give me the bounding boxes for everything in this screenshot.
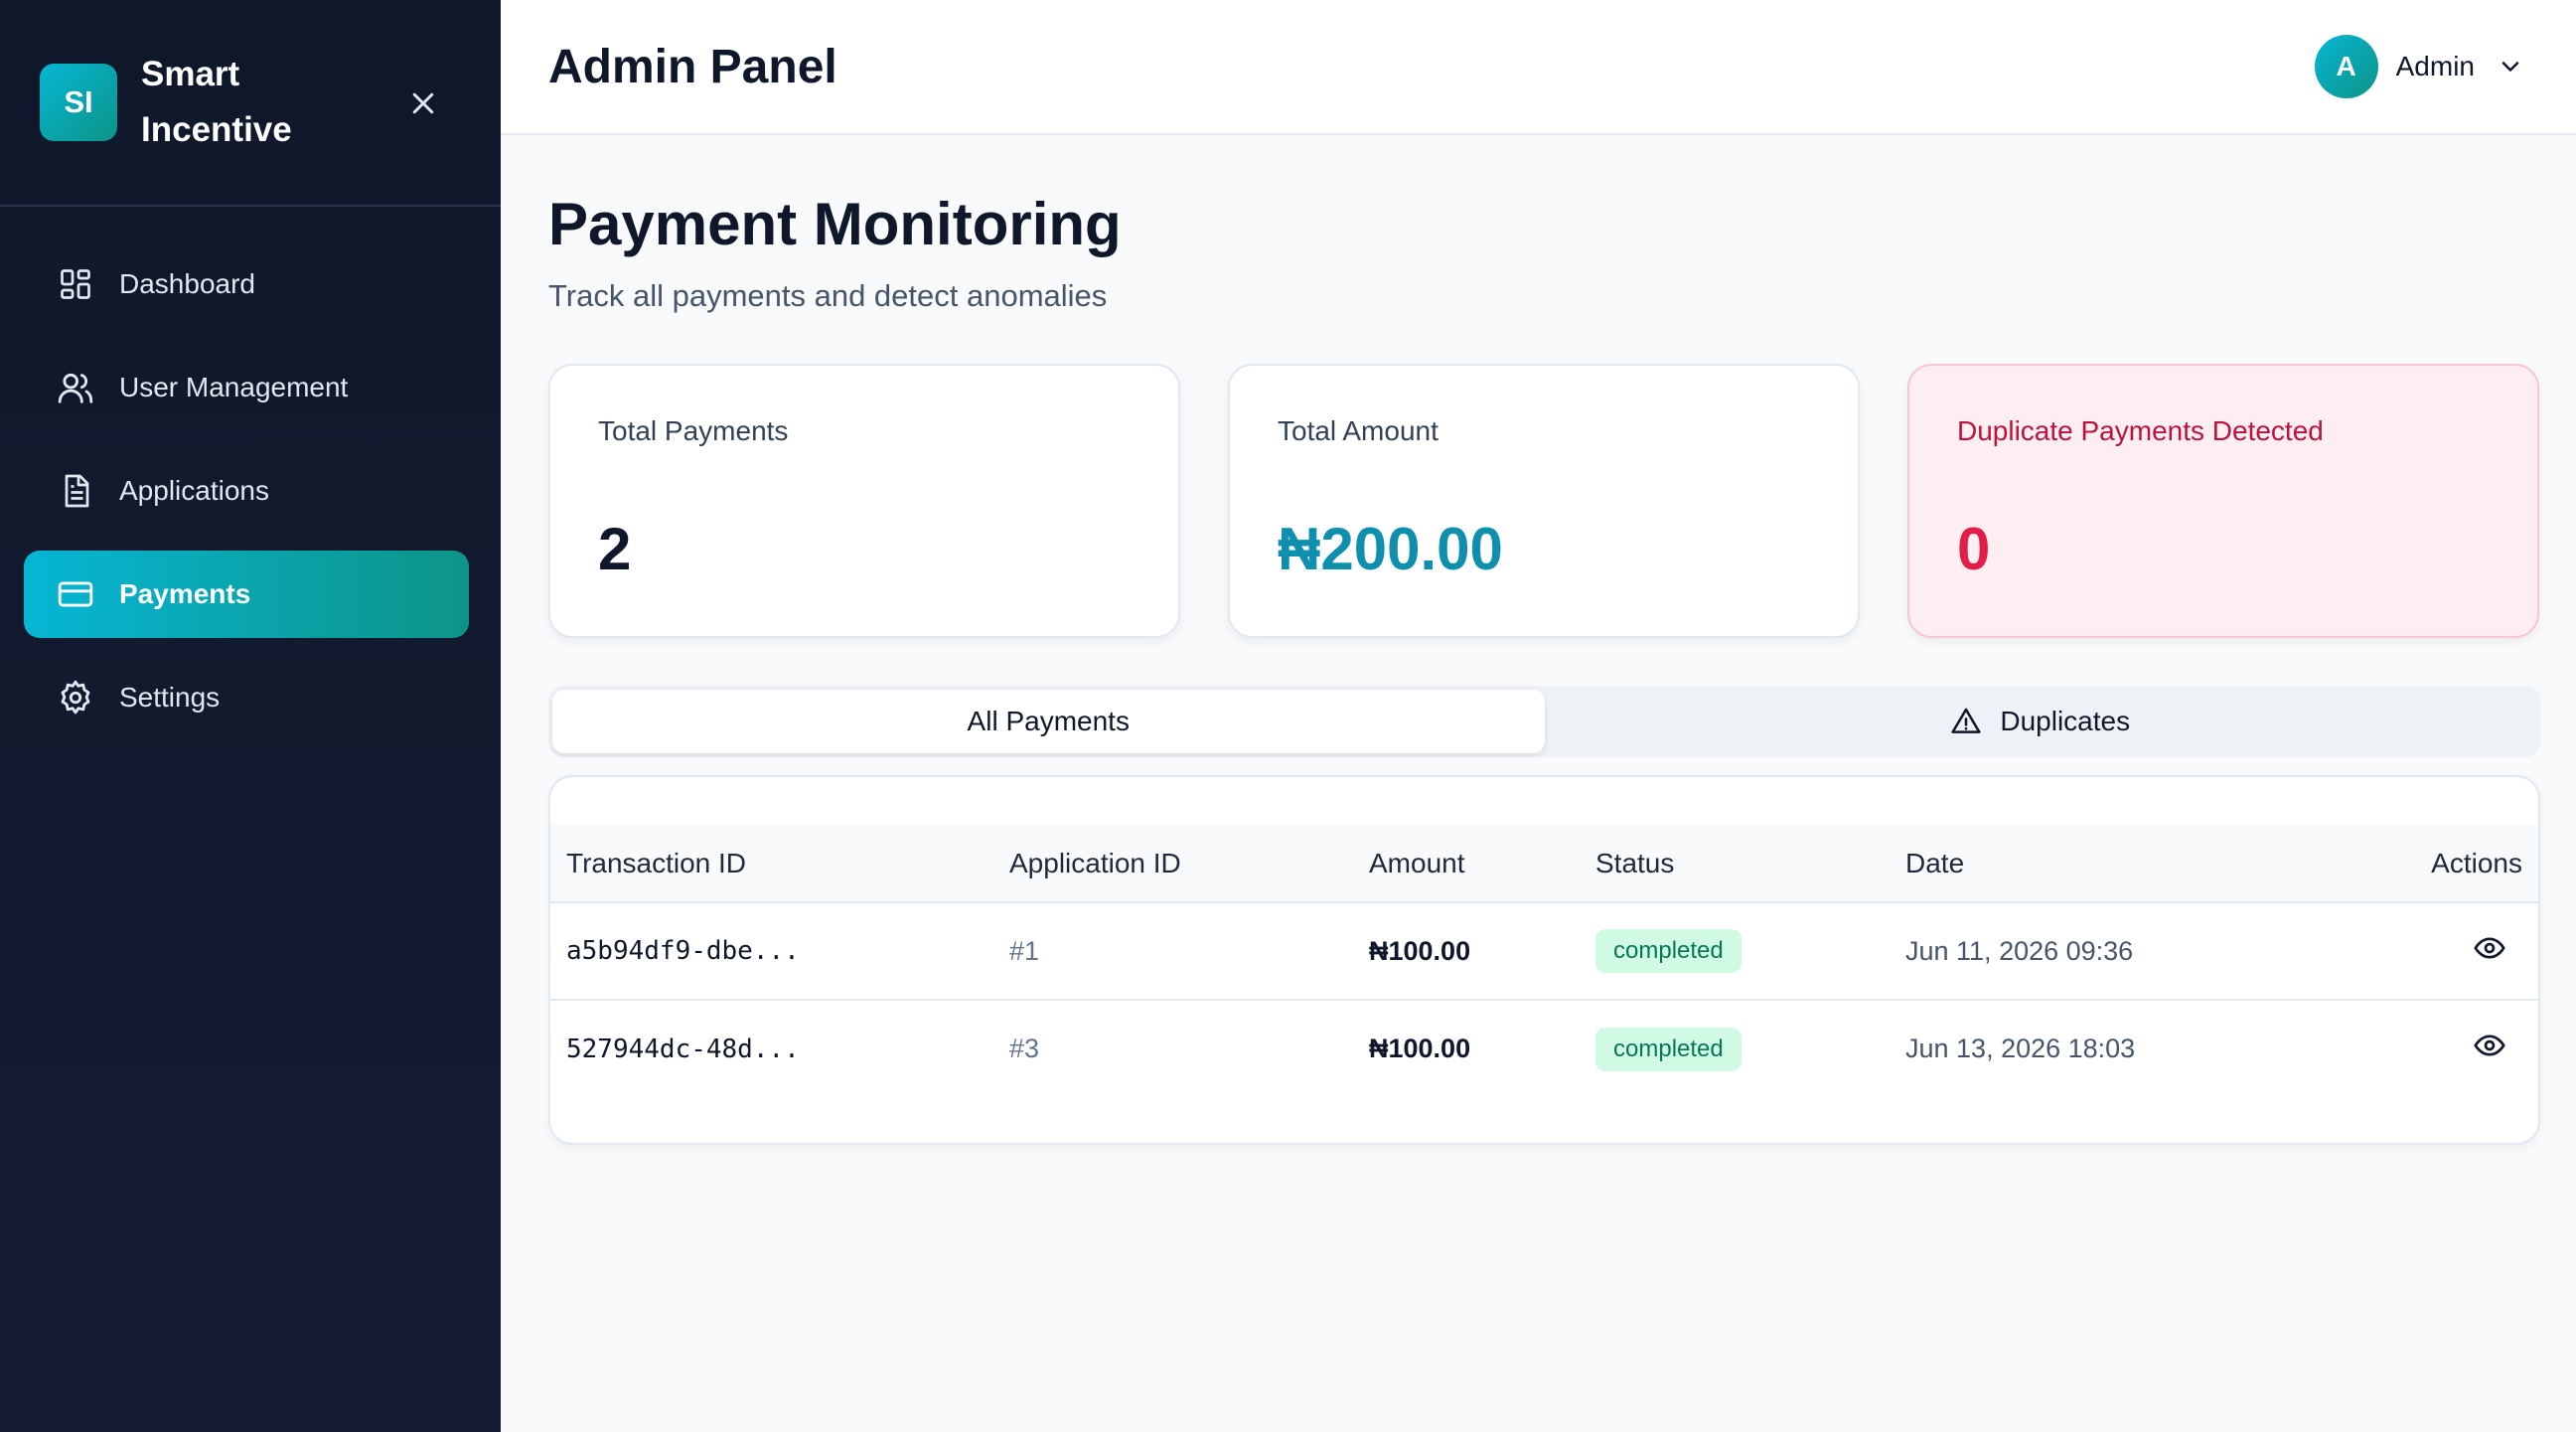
user-name: Admin	[2395, 51, 2475, 81]
column-header-actions: Actions	[2431, 847, 2522, 878]
user-menu[interactable]: A Admin	[2314, 35, 2524, 98]
tab-label: Duplicates	[2000, 706, 2131, 736]
payment-tabs: All Payments Duplicates	[548, 686, 2540, 757]
column-header-date: Date	[1905, 847, 1965, 878]
brand: SI Smart Incentive	[0, 0, 501, 207]
avatar: A	[2314, 35, 2378, 98]
amount-cell: ₦100.00	[1369, 935, 1471, 966]
sidebar-item-label: Dashboard	[119, 268, 255, 299]
duplicate-payments-card: Duplicate Payments Detected 0	[1907, 364, 2539, 638]
table-row: 527944dc-48d... #3 ₦100.00 completed Jun…	[550, 1000, 2538, 1097]
brand-name-line2: Incentive	[141, 110, 292, 149]
column-header-amount: Amount	[1369, 847, 1465, 878]
sidebar-item-label: Settings	[119, 682, 221, 713]
status-cell: completed	[1580, 1000, 1890, 1097]
sidebar: SI Smart Incentive Dashboard User Manage…	[0, 0, 501, 1432]
tab-all-payments[interactable]: All Payments	[552, 690, 1545, 753]
payments-table-card: Transaction ID Application ID Amount Sta…	[548, 775, 2540, 1145]
gear-icon	[56, 678, 95, 717]
total-payments-value: 2	[598, 516, 632, 582]
sidebar-item-label: User Management	[119, 372, 349, 402]
status-badge: completed	[1595, 929, 1742, 973]
sidebar-item-dashboard[interactable]: Dashboard	[24, 240, 469, 328]
sidebar-item-payments[interactable]: Payments	[24, 551, 469, 638]
header-title: Admin Panel	[548, 40, 837, 93]
page-title: Payment Monitoring	[548, 191, 1122, 257]
eye-icon	[2474, 1034, 2505, 1056]
actions-cell	[2331, 902, 2538, 1000]
credit-card-icon	[56, 574, 95, 614]
transaction-id-cell: a5b94df9-dbe...	[566, 936, 800, 966]
tab-label: All Payments	[967, 706, 1130, 736]
application-id-cell: #3	[1009, 1034, 1040, 1063]
view-payment-button[interactable]	[2473, 931, 2506, 965]
table-header-row: Transaction ID Application ID Amount Sta…	[550, 825, 2538, 902]
sidebar-item-settings[interactable]: Settings	[24, 654, 469, 741]
sidebar-item-user-management[interactable]: User Management	[24, 344, 469, 431]
sidebar-item-label: Payments	[119, 578, 251, 609]
brand-name-line1: Smart	[141, 55, 240, 93]
tab-duplicates[interactable]: Duplicates	[1545, 690, 2537, 753]
warning-triangle-icon	[1950, 705, 1984, 738]
status-badge: completed	[1595, 1027, 1742, 1071]
sidebar-nav: Dashboard User Management Applications P…	[0, 207, 501, 741]
status-cell: completed	[1580, 902, 1890, 1000]
page-subtitle: Track all payments and detect anomalies	[548, 278, 1108, 313]
close-icon	[412, 92, 434, 114]
date-cell: Jun 11, 2026 09:36	[1905, 935, 2134, 966]
date-cell: Jun 13, 2026 18:03	[1905, 1034, 2136, 1063]
view-payment-button[interactable]	[2473, 1029, 2506, 1062]
page-content: Payment Monitoring Track all payments an…	[501, 135, 2576, 1145]
users-icon	[56, 368, 95, 407]
document-icon	[56, 471, 95, 511]
amount-cell: ₦100.00	[1369, 1034, 1471, 1063]
actions-cell	[2331, 1000, 2538, 1097]
chevron-down-icon	[2501, 62, 2519, 72]
dashboard-grid-icon	[56, 264, 95, 304]
payments-table: Transaction ID Application ID Amount Sta…	[550, 825, 2538, 1097]
total-payments-label: Total Payments	[598, 415, 789, 446]
application-id-cell: #1	[1009, 935, 1040, 966]
total-amount-value: ₦200.00	[1278, 516, 1503, 582]
app-root: SI Smart Incentive Dashboard User Manage…	[0, 0, 2576, 1432]
sidebar-item-applications[interactable]: Applications	[24, 447, 469, 535]
sidebar-item-label: Applications	[119, 475, 269, 506]
total-payments-card: Total Payments 2	[548, 364, 1180, 638]
table-row: a5b94df9-dbe... #1 ₦100.00 completed Jun…	[550, 902, 2538, 1000]
column-header-transaction-id: Transaction ID	[566, 847, 747, 878]
close-sidebar-button[interactable]	[403, 83, 443, 123]
total-amount-card: Total Amount ₦200.00	[1228, 364, 1860, 638]
stat-cards: Total Payments 2 Total Amount ₦200.00 Du…	[548, 364, 2540, 638]
topbar: Admin Panel A Admin	[501, 0, 2576, 135]
total-amount-label: Total Amount	[1278, 415, 1439, 446]
duplicate-payments-label: Duplicate Payments Detected	[1957, 415, 2324, 446]
column-header-application-id: Application ID	[1009, 847, 1181, 878]
eye-icon	[2474, 936, 2505, 959]
duplicate-payments-value: 0	[1957, 516, 1991, 582]
main-area: Admin Panel A Admin Payment Monitoring T…	[501, 0, 2576, 1432]
transaction-id-cell: 527944dc-48d...	[566, 1034, 800, 1064]
logo: SI	[40, 64, 117, 141]
column-header-status: Status	[1595, 847, 1675, 878]
brand-name: Smart Incentive	[141, 47, 292, 158]
